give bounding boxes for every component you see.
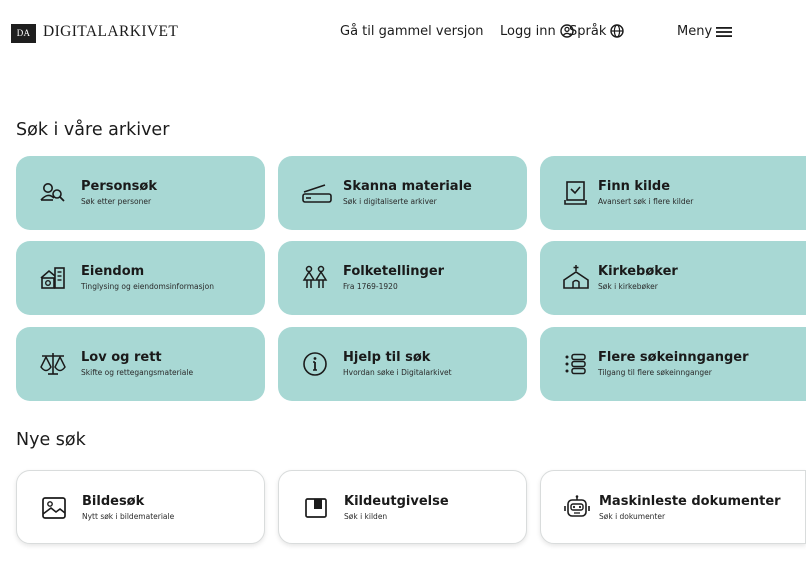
card-finn-kilde[interactable]: Finn kilde Avansert søk i flere kilder	[540, 156, 806, 230]
card-title: Skanna materiale	[343, 179, 472, 194]
card-flere-sokeinnganger[interactable]: Flere søkeinnganger Tilgang til flere sø…	[540, 327, 806, 401]
card-subtitle: Fra 1769-1920	[343, 282, 398, 291]
card-kildeutgivelse[interactable]: Kildeutgivelse Søk i kilden	[278, 470, 527, 544]
scales-icon	[40, 353, 66, 375]
card-bildesok[interactable]: Bildesøk Nytt søk i bildemateriale	[16, 470, 265, 544]
card-subtitle: Søk i digitaliserte arkiver	[343, 197, 437, 206]
card-title: Kirkebøker	[598, 264, 678, 279]
old-version-link[interactable]: Gå til gammel versjon	[340, 22, 484, 42]
card-subtitle: Søk etter personer	[81, 197, 152, 206]
site-header: DA DIGITALARKIVET Gå til gammel versjon …	[0, 0, 806, 64]
card-subtitle: Søk i dokumenter	[599, 512, 666, 521]
login-label: Logg inn	[500, 24, 556, 39]
card-subtitle: Hvordan søke i Digitalarkivet	[343, 368, 452, 377]
card-subtitle: Nytt søk i bildemateriale	[82, 512, 175, 521]
language-button[interactable]: Språk	[569, 22, 625, 42]
logo-text[interactable]: DIGITALARKIVET	[43, 21, 178, 43]
church-icon	[563, 265, 589, 289]
people-search-icon	[40, 183, 65, 202]
card-subtitle: Søk i kilden	[344, 512, 388, 521]
menu-label: Meny	[677, 24, 713, 39]
login-button[interactable]: Logg inn	[500, 22, 574, 42]
list-icon	[565, 353, 586, 375]
card-title: Finn kilde	[598, 179, 671, 194]
card-title: Folketellinger	[343, 264, 445, 279]
card-title: Eiendom	[81, 264, 145, 279]
card-subtitle: Tinglysing og eiendomsinformasjon	[81, 282, 214, 291]
language-label: Språk	[569, 24, 607, 39]
globe-icon	[610, 24, 625, 38]
source-book-icon	[564, 181, 587, 205]
card-title: Bildesøk	[82, 494, 145, 509]
card-skanna-materiale[interactable]: Skanna materiale Søk i digitaliserte ark…	[278, 156, 527, 230]
card-lov-og-rett[interactable]: Lov og rett Skifte og rettegangsmaterial…	[16, 327, 265, 401]
image-icon	[42, 497, 66, 519]
card-folketellinger[interactable]: Folketellinger Fra 1769-1920	[278, 241, 527, 315]
section-title-archives: Søk i våre arkiver	[16, 120, 170, 140]
menu-button[interactable]: Meny	[677, 22, 733, 42]
section-title-new-searches: Nye søk	[16, 430, 86, 450]
hamburger-icon	[716, 27, 733, 37]
card-title: Kildeutgivelse	[344, 494, 449, 509]
card-title: Flere søkeinnganger	[598, 350, 749, 365]
info-icon	[303, 352, 327, 376]
scanner-icon	[302, 184, 332, 203]
robot-icon	[564, 495, 590, 517]
census-people-icon	[302, 265, 328, 288]
card-subtitle: Avansert søk i flere kilder	[598, 197, 694, 206]
card-title: Maskinleste dokumenter	[599, 494, 781, 509]
old-version-label: Gå til gammel versjon	[340, 24, 484, 39]
card-hjelp-til-sok[interactable]: Hjelp til søk Hvordan søke i Digitalarki…	[278, 327, 527, 401]
publication-icon	[305, 498, 327, 518]
card-subtitle: Skifte og rettegangsmateriale	[81, 368, 194, 377]
card-title: Hjelp til søk	[343, 350, 431, 365]
card-subtitle: Tilgang til flere søkeinnganger	[598, 368, 712, 377]
property-icon	[40, 267, 65, 289]
card-kirkeboker[interactable]: Kirkebøker Søk i kirkebøker	[540, 241, 806, 315]
card-personsok[interactable]: Personsøk Søk etter personer	[16, 156, 265, 230]
card-maskinleste-dokumenter[interactable]: Maskinleste dokumenter Søk i dokumenter	[540, 470, 806, 544]
card-eiendom[interactable]: Eiendom Tinglysing og eiendomsinformasjo…	[16, 241, 265, 315]
card-subtitle: Søk i kirkebøker	[598, 282, 658, 291]
logo-mark[interactable]: DA	[11, 24, 36, 43]
card-title: Personsøk	[81, 179, 157, 194]
card-title: Lov og rett	[81, 350, 162, 365]
